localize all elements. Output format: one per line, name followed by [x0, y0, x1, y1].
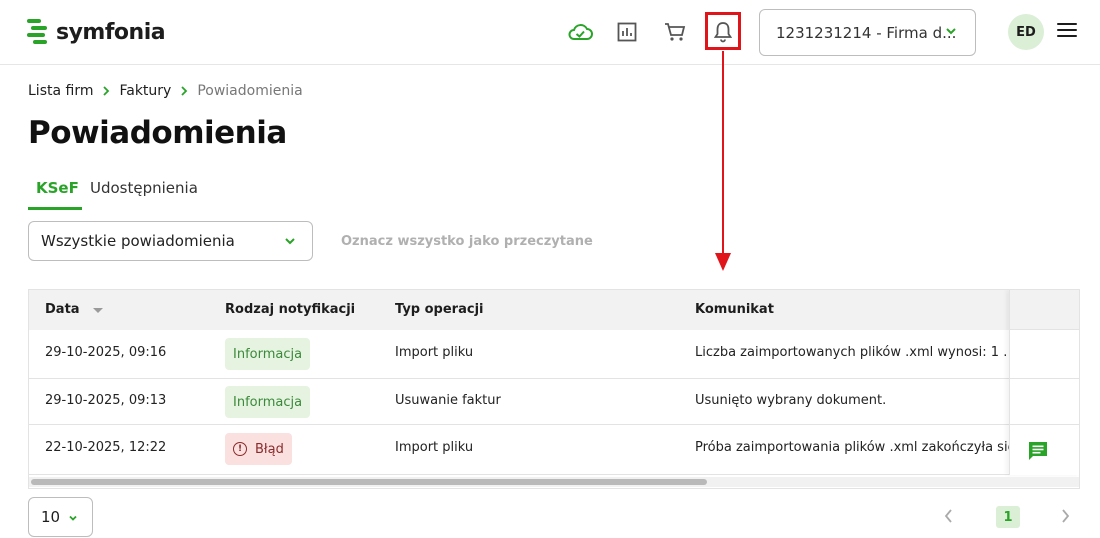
chevron-down-icon: [69, 515, 77, 521]
page-number-current[interactable]: 1: [996, 506, 1020, 528]
breadcrumb: Lista firm Faktury Powiadomienia: [28, 83, 303, 99]
logo-text: symfonia: [56, 19, 166, 45]
chevron-down-icon: [285, 238, 295, 245]
actions-cell: [1010, 379, 1079, 425]
notification-filter-select[interactable]: Wszystkie powiadomienia: [28, 221, 313, 261]
cell-operation: Import pliku: [395, 440, 474, 455]
table-row[interactable]: 29-10-2025, 09:13 Informacja Usuwanie fa…: [29, 379, 1079, 425]
tab-udostepnienia[interactable]: Udostępnienia: [90, 179, 198, 210]
actions-column-header: [1010, 290, 1079, 330]
status-badge-info: Informacja: [225, 338, 311, 370]
column-header-komunikat: Komunikat: [695, 302, 774, 317]
column-header-rodzaj: Rodzaj notyfikacji: [225, 302, 356, 317]
cell-message: Usunięto wybrany dokument.: [695, 393, 887, 408]
notifications-table: Data Rodzaj notyfikacji Typ operacji Kom…: [28, 289, 1080, 489]
page-size-select[interactable]: 10: [28, 497, 93, 537]
status-badge-info: Informacja: [225, 386, 311, 418]
error-circle-icon: !: [233, 442, 247, 456]
symfonia-logo[interactable]: symfonia: [27, 17, 166, 47]
chevron-right-icon: [102, 86, 110, 96]
mark-all-read-button[interactable]: Oznacz wszystko jako przeczytane: [341, 234, 593, 249]
breadcrumb-item-powiadomienia: Powiadomienia: [197, 83, 303, 99]
chevron-right-icon: [180, 86, 188, 96]
symfonia-logo-mark: [27, 19, 47, 44]
hamburger-menu-icon[interactable]: [1057, 23, 1077, 39]
breadcrumb-item-lista-firm[interactable]: Lista firm: [28, 83, 93, 99]
cell-message: Liczba zaimportowanych plików .xml wynos…: [695, 345, 1009, 360]
actions-cell: [1010, 330, 1079, 379]
tab-ksef[interactable]: KSeF: [28, 179, 82, 210]
page-title: Powiadomienia: [28, 115, 287, 151]
company-select-value: 1231231214 - Firma d...: [776, 23, 957, 42]
chevron-down-icon: [946, 28, 956, 35]
chevron-left-icon[interactable]: [942, 507, 956, 525]
bell-highlight-box: [705, 12, 741, 50]
cell-operation: Usuwanie faktur: [395, 393, 501, 408]
actions-column: [1009, 290, 1079, 475]
scrollbar-thumb[interactable]: [31, 479, 707, 485]
cell-date: 22-10-2025, 12:22: [45, 440, 167, 455]
company-select[interactable]: 1231231214 - Firma d...: [759, 9, 976, 56]
app-header: symfonia 1231231214 - Firma d... ED: [0, 0, 1100, 65]
avatar[interactable]: ED: [1008, 14, 1044, 50]
report-icon[interactable]: [612, 17, 642, 47]
column-header-typ: Typ operacji: [395, 302, 484, 317]
table-header: Data Rodzaj notyfikacji Typ operacji Kom…: [29, 290, 1079, 330]
chevron-right-icon[interactable]: [1058, 507, 1072, 525]
column-header-data[interactable]: Data: [45, 302, 80, 317]
message-details-icon[interactable]: [1027, 440, 1049, 462]
annotation-arrow-line: [722, 51, 724, 256]
status-badge-error: ! Błąd: [225, 433, 292, 465]
sort-desc-icon[interactable]: [93, 308, 103, 313]
cell-date: 29-10-2025, 09:13: [45, 393, 167, 408]
status-badge-error-label: Błąd: [255, 441, 284, 457]
cell-operation: Import pliku: [395, 345, 474, 360]
table-row[interactable]: 29-10-2025, 09:16 Informacja Import plik…: [29, 330, 1079, 379]
filter-select-value: Wszystkie powiadomienia: [41, 232, 235, 250]
cart-icon[interactable]: [660, 17, 690, 47]
horizontal-scrollbar[interactable]: [29, 477, 1079, 487]
cloud-check-icon[interactable]: [565, 17, 595, 47]
cell-date: 29-10-2025, 09:16: [45, 345, 167, 360]
table-row[interactable]: 22-10-2025, 12:22 ! Błąd Import pliku Pr…: [29, 425, 1079, 475]
annotation-arrow-head: [715, 253, 731, 271]
page-size-value: 10: [41, 508, 61, 526]
cell-message: Próba zaimportowania plików .xml zakończ…: [695, 440, 1009, 455]
breadcrumb-item-faktury[interactable]: Faktury: [119, 83, 171, 99]
